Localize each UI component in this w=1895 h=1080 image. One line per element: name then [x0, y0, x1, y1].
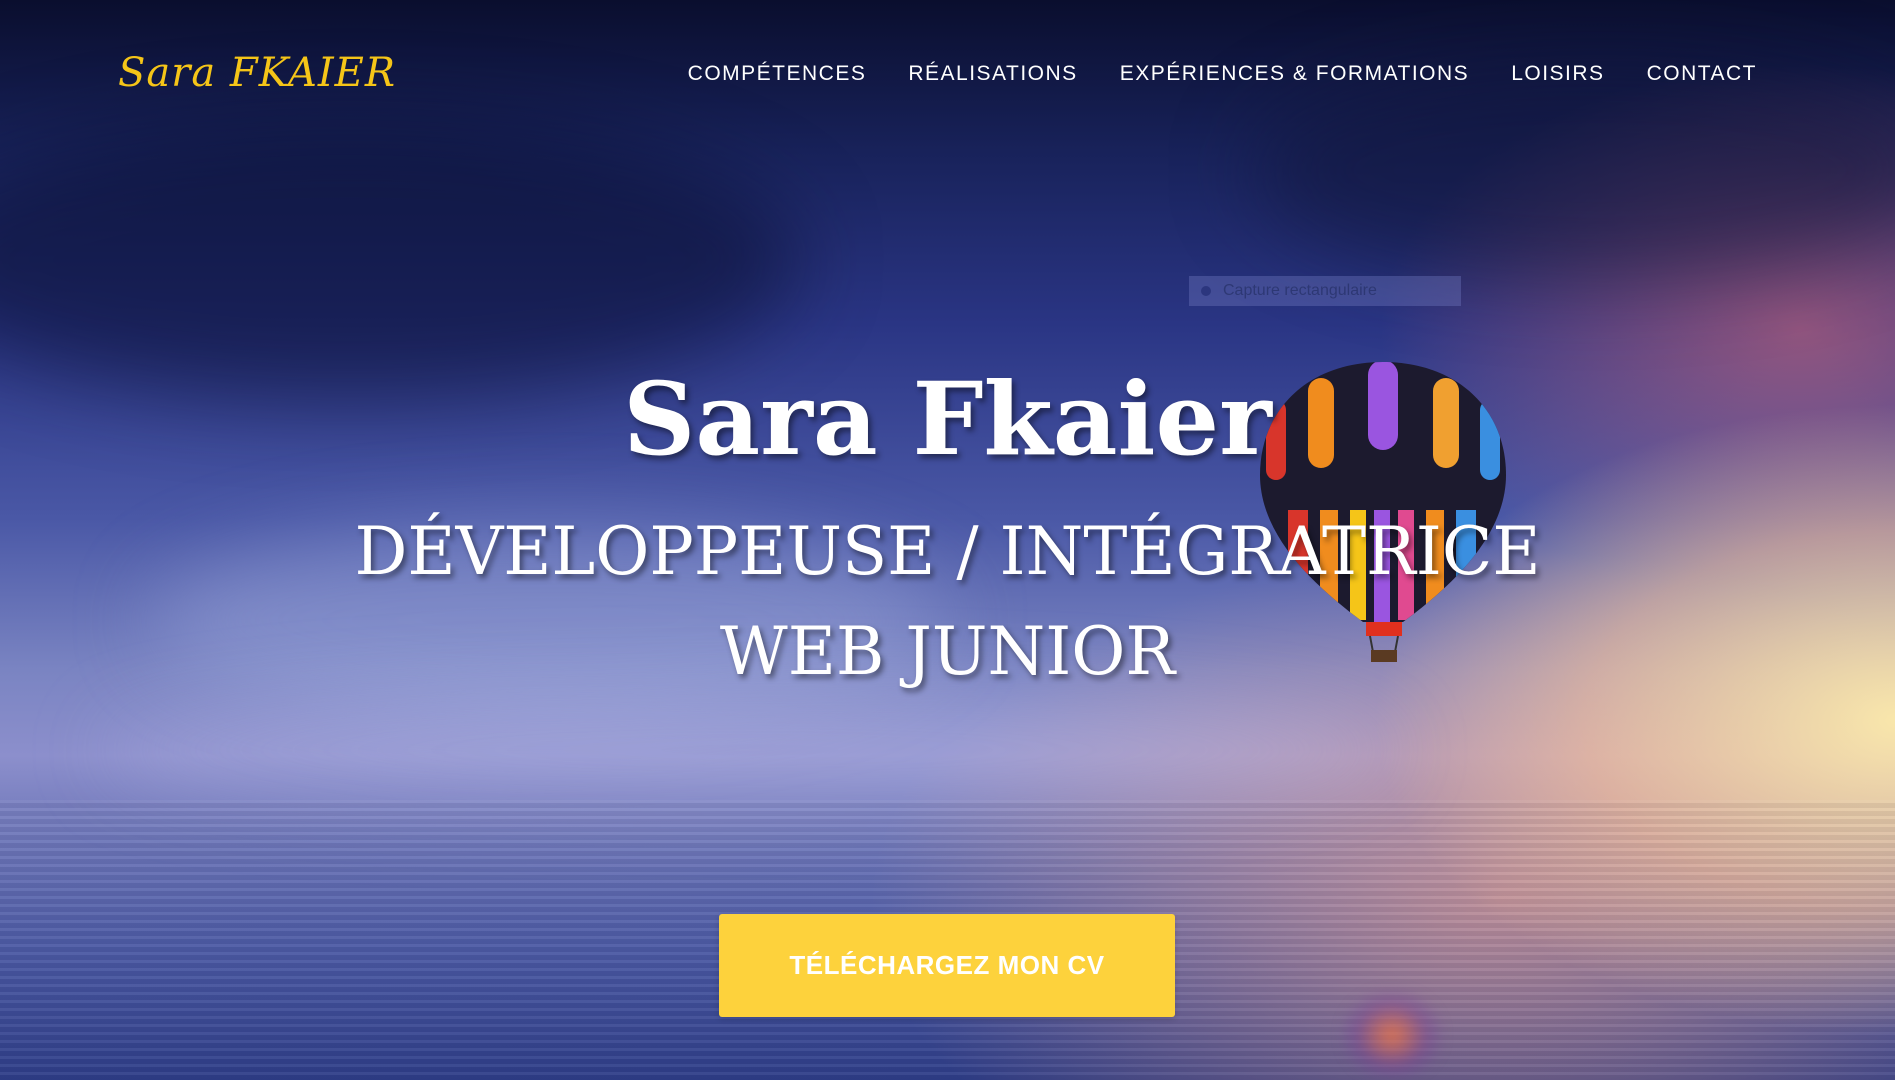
download-cv-button[interactable]: TÉLÉCHARGEZ MON CV — [719, 914, 1175, 1017]
nav-realisations[interactable]: RÉALISATIONS — [908, 62, 1077, 86]
main-nav: COMPÉTENCES RÉALISATIONS EXPÉRIENCES & F… — [688, 62, 1757, 86]
balloon-reflection — [1342, 990, 1442, 1080]
nav-experiences-formations[interactable]: EXPÉRIENCES & FORMATIONS — [1120, 62, 1470, 86]
subtitle-line-2: WEB JUNIOR — [719, 613, 1176, 690]
nav-competences[interactable]: COMPÉTENCES — [688, 62, 867, 86]
subtitle-line-1: DÉVELOPPEUSE / INTÉGRATRICE — [354, 513, 1541, 590]
cloud — [1250, 60, 1895, 280]
site-logo[interactable]: Sara FKAIER — [118, 50, 396, 96]
cloud — [0, 120, 800, 400]
hero-subtitle: DÉVELOPPEUSE / INTÉGRATRICE WEB JUNIOR — [0, 502, 1895, 702]
nav-contact[interactable]: CONTACT — [1647, 62, 1757, 86]
nav-loisirs[interactable]: LOISIRS — [1511, 62, 1604, 86]
cloud — [100, 690, 1400, 810]
snip-tool-overlay: Capture rectangulaire — [1189, 276, 1461, 306]
snip-dot-icon — [1201, 286, 1211, 296]
snip-label: Capture rectangulaire — [1223, 282, 1377, 299]
hero-name: Sara Fkaier — [623, 360, 1272, 478]
